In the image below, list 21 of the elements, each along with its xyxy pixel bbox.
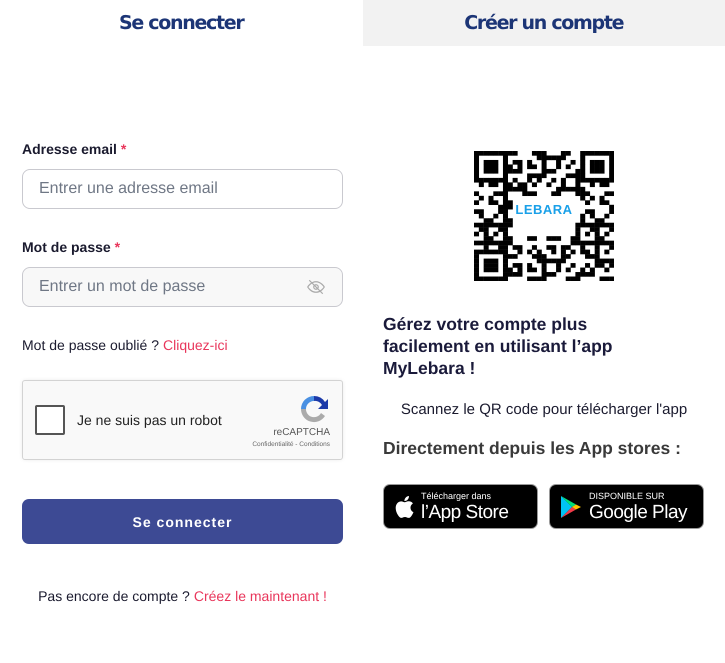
qr-logo: LEBARA (514, 202, 574, 217)
field-label: Mot de passe * (22, 239, 122, 255)
play-store-icon (560, 494, 582, 518)
tab[interactable]: Créer un compte (362, 0, 725, 46)
field-label: Adresse email * (22, 141, 128, 157)
scan-text: Scannez le QR code pour télécharger l'app (400, 401, 688, 418)
promo-heading: Gérez votre compte plus facilement en utilisant l’app MyLebara ! (383, 313, 614, 379)
stores-heading: Directement depuis les App stores : (383, 438, 681, 459)
captcha-label: Je ne suis pas un robot (77, 412, 223, 428)
password-field[interactable]: Entrer un mot de passe (22, 267, 343, 307)
app-store-badge[interactable]: Télécharger dans l’App Store (383, 484, 538, 529)
recaptcha-brand: reCAPTCHA (273, 426, 330, 438)
forgot-password-text: Mot de passe oublié ? (22, 337, 159, 353)
apple-icon (394, 494, 414, 518)
captcha-checkbox[interactable] (35, 405, 65, 435)
forgot-password-link[interactable]: Cliquez-ici (162, 337, 228, 353)
google-play-badge[interactable]: DISPONIBLE SUR Google Play (549, 484, 704, 529)
signup-text: Pas encore de compte ? (38, 588, 190, 604)
signup-link[interactable]: Créez le maintenant ! (194, 588, 327, 604)
email-field[interactable]: Entrer une adresse email (22, 169, 343, 209)
login-button[interactable]: Se connecter (22, 499, 343, 544)
